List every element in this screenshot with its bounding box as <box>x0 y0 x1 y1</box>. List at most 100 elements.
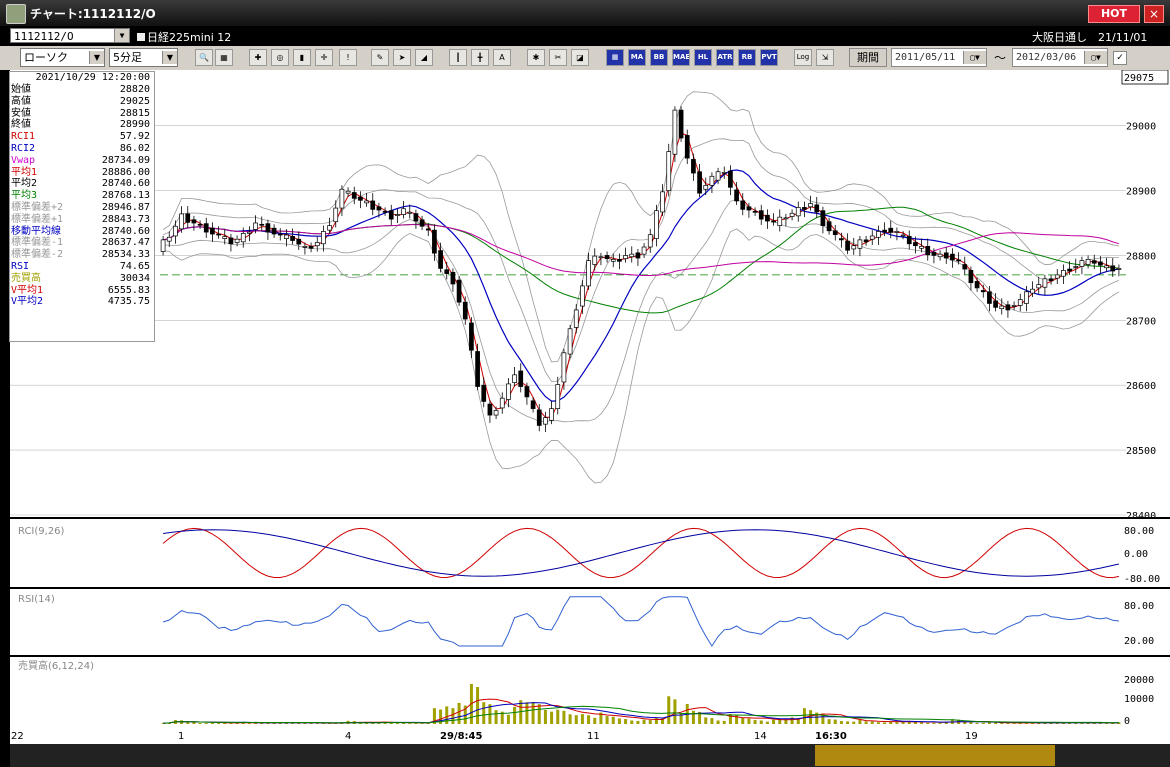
volume-bar <box>204 723 208 724</box>
rb-button[interactable]: RB <box>738 49 756 66</box>
candle <box>1079 260 1085 267</box>
export-icon[interactable]: ⇲ <box>816 49 834 66</box>
info-row-label: RCI1 <box>11 131 36 143</box>
window-title: チャート:1112112/O <box>30 7 156 21</box>
candle <box>314 242 320 247</box>
candle <box>555 384 561 409</box>
volume-bar <box>963 722 967 724</box>
hl-button[interactable]: HL <box>694 49 712 66</box>
rci-panel[interactable] <box>10 519 1126 587</box>
volume-tick-10000: 10000 <box>1124 694 1154 705</box>
info-row: 標準偏差+2 28946.87 <box>10 202 154 214</box>
calendar-icon[interactable]: ▢▼ <box>963 51 986 64</box>
candle <box>432 229 437 254</box>
price-tick: 28400 <box>1126 511 1156 522</box>
atr-button[interactable]: ATR <box>716 49 734 66</box>
volume-bar <box>568 714 572 724</box>
chart-type-select[interactable]: ローソク ▼ <box>20 48 105 67</box>
candle <box>1098 261 1103 266</box>
volume-bar <box>648 720 652 724</box>
info-row: 平均2 28740.60 <box>10 178 154 190</box>
candle-delete-icon[interactable]: ╋ <box>471 49 489 66</box>
candle <box>882 229 887 233</box>
volume-bar <box>802 708 806 724</box>
candle <box>721 172 727 174</box>
search-chart-icon[interactable]: ◎ <box>271 49 289 66</box>
bb-button[interactable]: BB <box>650 49 668 66</box>
candle <box>573 309 579 328</box>
info-row-value: 4735.75 <box>107 296 150 308</box>
alert-icon[interactable]: ! <box>339 49 357 66</box>
calendar-icon[interactable]: ▢▼ <box>1084 51 1107 64</box>
volume-bar <box>747 718 751 724</box>
volume-bar <box>846 721 850 724</box>
scroll-thumb[interactable] <box>815 745 1055 766</box>
candle <box>191 219 197 224</box>
settings-icon[interactable]: ✱ <box>527 49 545 66</box>
volume-bar <box>457 702 461 724</box>
volume-bar <box>673 699 677 724</box>
ma-button[interactable]: MA <box>628 49 646 66</box>
candle <box>635 252 641 259</box>
bar-chart-icon[interactable]: ▮ <box>293 49 311 66</box>
candle <box>160 239 166 252</box>
chevron-down-icon[interactable]: ▼ <box>114 29 129 42</box>
candle <box>1061 270 1066 277</box>
info-row: 平均1 28886.00 <box>10 167 154 179</box>
start-date-input[interactable]: 2011/05/11 ▢▼ <box>891 48 987 67</box>
crosshair-icon[interactable]: ✛ <box>315 49 333 66</box>
candle <box>1104 265 1109 269</box>
end-date-input[interactable]: 2012/03/06 ▢▼ <box>1012 48 1108 67</box>
candle <box>549 408 554 421</box>
eraser-icon[interactable]: ◢ <box>415 49 433 66</box>
info-row-value: 28820 <box>119 84 150 95</box>
candle <box>666 151 672 191</box>
candle <box>962 264 968 270</box>
chart-area[interactable]: 29000 28900 28800 28700 28600 28500 28400 2907… <box>0 70 1170 767</box>
info-row: RCI2 86.02 <box>10 143 154 155</box>
apply-checkbox[interactable]: ✓ <box>1113 51 1127 65</box>
hot-button[interactable]: HOT <box>1088 5 1140 23</box>
volume-bar <box>876 722 880 724</box>
candle <box>647 234 653 248</box>
time-label-1630: 16:30 <box>815 731 847 742</box>
chevron-down-icon[interactable]: ▼ <box>162 51 177 64</box>
volume-panel[interactable] <box>10 657 1126 727</box>
volume-bar <box>414 723 418 724</box>
candle <box>506 383 511 400</box>
log-button[interactable]: Log <box>794 49 812 66</box>
close-button[interactable]: × <box>1144 5 1164 23</box>
candle <box>561 352 567 383</box>
zoom-icon[interactable]: 🔍 <box>195 49 213 66</box>
candle <box>481 384 487 402</box>
cursor-icon[interactable]: ➤ <box>393 49 411 66</box>
candle <box>1073 266 1079 268</box>
candle <box>919 246 924 249</box>
symbol-code-select[interactable]: 1112112/O ▼ <box>10 28 130 43</box>
time-label-4: 4 <box>345 731 351 742</box>
candle <box>968 270 974 284</box>
pencil-icon[interactable]: ✎ <box>371 49 389 66</box>
candle <box>925 246 931 256</box>
grid-icon[interactable]: ▦ <box>606 49 624 66</box>
info-row-value: 57.92 <box>119 131 150 143</box>
info-row-label: 平均2 <box>11 178 38 190</box>
volume-axis-bg <box>1126 657 1170 727</box>
info-row-label: 移動平均線 <box>11 225 61 237</box>
candle <box>660 191 665 213</box>
layout-icon[interactable]: ▦ <box>215 49 233 66</box>
chevron-down-icon[interactable]: ▼ <box>89 51 104 64</box>
rsi-panel[interactable] <box>10 589 1126 655</box>
pvt-button[interactable]: PVT <box>760 49 778 66</box>
candle <box>388 210 394 220</box>
candle <box>358 196 363 201</box>
indicator-icon[interactable]: ✚ <box>249 49 267 66</box>
tool-icon[interactable]: ✂ <box>549 49 567 66</box>
candle <box>931 251 937 256</box>
interval-select[interactable]: 5分足 ▼ <box>109 48 178 67</box>
period-button[interactable]: 期間 <box>849 48 887 67</box>
all-icon[interactable]: A <box>493 49 511 66</box>
mae-button[interactable]: MAE <box>672 49 690 66</box>
color-icon[interactable]: ◪ <box>571 49 589 66</box>
candle-icon[interactable]: ┃ <box>449 49 467 66</box>
